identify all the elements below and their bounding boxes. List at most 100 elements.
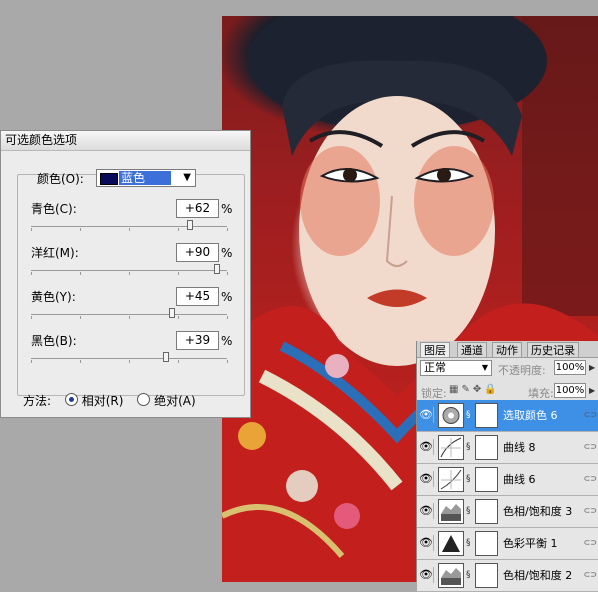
fill-label: 填充: xyxy=(528,387,554,400)
yellow-slider-thumb[interactable] xyxy=(169,308,175,318)
slider-tick xyxy=(227,272,228,275)
yellow-value-input[interactable]: +45 xyxy=(176,287,219,306)
yellow-percent-unit: % xyxy=(221,290,233,304)
lock-all-icon[interactable]: 🔒 xyxy=(484,384,499,395)
link-icon: § xyxy=(466,442,471,452)
layer-row[interactable]: 👁 § 色彩平衡 1 ⊂⊃ xyxy=(417,528,598,560)
absolute-radio-label[interactable]: 绝对(A) xyxy=(154,394,196,408)
layer-mask-thumbnail[interactable] xyxy=(475,563,498,588)
dialog-title: 可选颜色选项 xyxy=(1,131,250,151)
layer-row[interactable]: 👁 § 选取颜色 6 ⊂⊃ xyxy=(417,400,598,432)
cyan-percent-unit: % xyxy=(221,202,233,216)
slider-tick xyxy=(31,272,32,275)
magenta-percent-unit: % xyxy=(221,246,233,260)
visibility-eye-icon[interactable]: 👁 xyxy=(419,439,434,455)
cyan-value-input[interactable]: +62 xyxy=(176,199,219,218)
visibility-eye-icon[interactable]: 👁 xyxy=(419,535,434,551)
cyan-slider-thumb[interactable] xyxy=(187,220,193,230)
tab-layers[interactable]: 图层 xyxy=(420,342,450,357)
cyan-label: 青色(C): xyxy=(31,202,77,216)
panel-tabs: 图层 通道 动作 历史记录 xyxy=(417,341,598,358)
selective-color-dialog: 可选颜色选项 颜色(O): 蓝色 ▼ 青色(C): +62 % 洋红(M): +… xyxy=(0,130,251,418)
slider-tick xyxy=(227,316,228,319)
black-slider-thumb[interactable] xyxy=(163,352,169,362)
link-chain-icon: ⊂⊃ xyxy=(583,410,597,419)
layer-mask-thumbnail[interactable] xyxy=(475,467,498,492)
curves-icon xyxy=(438,467,464,492)
opacity-input[interactable]: 100% xyxy=(554,360,586,375)
link-chain-icon: ⊂⊃ xyxy=(583,570,597,579)
link-chain-icon: ⊂⊃ xyxy=(583,474,597,483)
chevron-down-icon: ▼ xyxy=(481,363,488,372)
color-label: 颜色(O): xyxy=(37,172,84,186)
slider-tick xyxy=(227,228,228,231)
yellow-slider-row: 黄色(Y): +45 % xyxy=(31,287,241,333)
tab-actions[interactable]: 动作 xyxy=(492,342,522,357)
lock-icons[interactable]: ▦✎✥🔒 xyxy=(449,384,500,395)
layer-options: 正常 ▼ 不透明度: 100% ▶ 锁定: ▦✎✥🔒 填充: 100% ▶ xyxy=(417,358,598,402)
visibility-eye-icon[interactable]: 👁 xyxy=(419,503,434,519)
absolute-radio[interactable] xyxy=(137,393,151,406)
slider-tick xyxy=(178,316,179,319)
slider-tick xyxy=(31,316,32,319)
cyan-slider-track[interactable] xyxy=(31,226,227,227)
magenta-slider-track[interactable] xyxy=(31,270,227,271)
slider-tick xyxy=(178,360,179,363)
lock-position-icon[interactable]: ✥ xyxy=(473,384,484,395)
layer-name: 选取颜色 6 xyxy=(503,409,558,422)
layer-name: 曲线 8 xyxy=(503,441,536,454)
layer-row[interactable]: 👁 § 曲线 6 ⊂⊃ xyxy=(417,464,598,496)
layer-row[interactable]: 👁 § 色相/饱和度 3 ⊂⊃ xyxy=(417,496,598,528)
link-icon: § xyxy=(466,474,471,484)
layer-mask-thumbnail[interactable] xyxy=(475,499,498,524)
visibility-eye-icon[interactable]: 👁 xyxy=(419,471,434,487)
magenta-value-input[interactable]: +90 xyxy=(176,243,219,262)
layer-row[interactable]: 👁 § 色相/饱和度 2 ⊂⊃ xyxy=(417,560,598,592)
slider-tick xyxy=(129,360,130,363)
layer-row[interactable]: 👁 § 曲线 8 ⊂⊃ xyxy=(417,432,598,464)
color-balance-icon xyxy=(438,531,464,556)
hue-saturation-icon xyxy=(438,499,464,524)
layer-mask-thumbnail[interactable] xyxy=(475,531,498,556)
tab-channels[interactable]: 通道 xyxy=(457,342,487,357)
curves-icon xyxy=(438,435,464,460)
slider-tick xyxy=(80,228,81,231)
black-slider-track[interactable] xyxy=(31,358,227,359)
yellow-slider-track[interactable] xyxy=(31,314,227,315)
color-select[interactable]: 蓝色 ▼ xyxy=(96,169,196,187)
layer-mask-thumbnail[interactable] xyxy=(475,403,498,428)
lock-image-icon[interactable]: ✎ xyxy=(461,384,472,395)
slider-tick xyxy=(129,272,130,275)
slider-tick xyxy=(129,316,130,319)
visibility-eye-icon[interactable]: 👁 xyxy=(419,567,434,583)
blend-mode-select[interactable]: 正常 ▼ xyxy=(420,360,492,376)
relative-radio-label[interactable]: 相对(R) xyxy=(82,394,124,408)
visibility-eye-icon[interactable]: 👁 xyxy=(419,407,434,423)
layer-mask-thumbnail[interactable] xyxy=(475,435,498,460)
color-select-value: 蓝色 xyxy=(119,171,172,185)
opacity-label: 不透明度: xyxy=(498,364,546,377)
fill-arrow-icon[interactable]: ▶ xyxy=(589,386,595,395)
black-slider-row: 黑色(B): +39 % xyxy=(31,331,241,377)
black-value-input[interactable]: +39 xyxy=(176,331,219,350)
relative-radio[interactable] xyxy=(64,393,78,406)
tab-history[interactable]: 历史记录 xyxy=(527,342,579,357)
lock-transparent-icon[interactable]: ▦ xyxy=(449,384,461,395)
link-chain-icon: ⊂⊃ xyxy=(583,538,597,547)
magenta-slider-thumb[interactable] xyxy=(214,264,220,274)
color-swatch xyxy=(100,173,118,185)
layer-name: 曲线 6 xyxy=(503,473,536,486)
slider-tick xyxy=(80,360,81,363)
magenta-slider-row: 洋红(M): +90 % xyxy=(31,243,241,289)
link-chain-icon: ⊂⊃ xyxy=(583,442,597,451)
black-label: 黑色(B): xyxy=(31,334,77,348)
layers-panel: 图层 通道 动作 历史记录 正常 ▼ 不透明度: 100% ▶ 锁定: ▦✎✥🔒… xyxy=(416,341,598,592)
slider-tick xyxy=(80,316,81,319)
magenta-label: 洋红(M): xyxy=(31,246,79,260)
blend-mode-value: 正常 xyxy=(424,361,446,374)
fill-input[interactable]: 100% xyxy=(554,383,586,398)
link-icon: § xyxy=(466,570,471,580)
opacity-arrow-icon[interactable]: ▶ xyxy=(589,363,595,372)
link-icon: § xyxy=(466,410,471,420)
method-row: 方法: 相对(R) 绝对(A) xyxy=(23,393,196,409)
